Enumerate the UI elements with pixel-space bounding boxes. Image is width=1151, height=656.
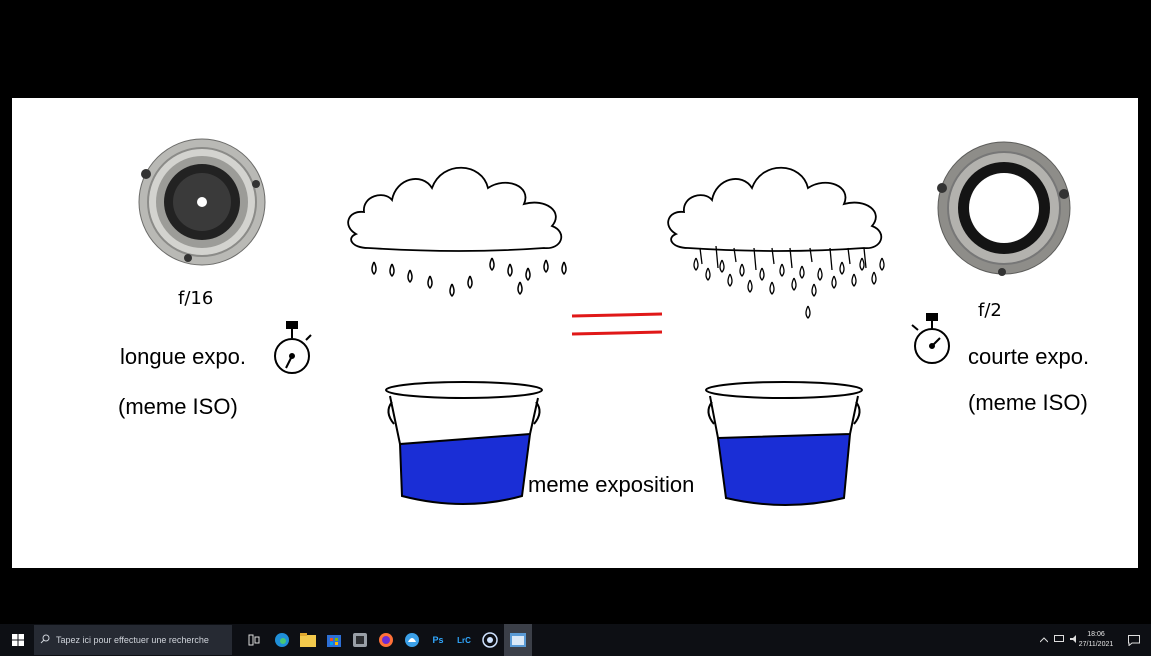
active-window-icon[interactable] <box>504 624 532 656</box>
system-tray[interactable] <box>1039 624 1080 656</box>
store-icon[interactable] <box>320 624 348 656</box>
lightroom-classic-icon[interactable]: LrC <box>450 624 478 656</box>
stopwatch-long-icon <box>274 321 312 374</box>
left-aperture-label: f/16 <box>178 288 214 309</box>
notification-icon[interactable] <box>1124 624 1144 656</box>
left-iso-label: (meme ISO) <box>118 394 238 419</box>
clock-time: 18:06 <box>1087 631 1105 638</box>
photoshop-icon[interactable]: Ps <box>424 624 452 656</box>
cloud-light-rain-icon <box>347 166 567 298</box>
stopwatch-short-icon <box>911 313 950 364</box>
edge-icon[interactable] <box>268 624 296 656</box>
taskbar-clock[interactable]: 18:06 27/11/2021 <box>1075 630 1117 650</box>
windows-logo-icon[interactable] <box>6 624 30 656</box>
bucket-right-icon <box>705 381 863 506</box>
equals-sign <box>571 312 663 336</box>
clock-date: 27/11/2021 <box>1078 641 1114 648</box>
file-explorer-icon[interactable] <box>294 624 322 656</box>
network-icon[interactable] <box>1054 635 1064 645</box>
lens-f16-icon <box>138 138 266 266</box>
search-icon <box>40 634 50 646</box>
task-view-icon[interactable] <box>240 624 268 656</box>
right-aperture-label: f/2 <box>978 300 1002 321</box>
center-caption: meme exposition <box>528 472 695 497</box>
right-iso-label: (meme ISO) <box>968 390 1088 415</box>
search-placeholder: Tapez ici pour effectuer une recherche <box>56 635 209 645</box>
left-exposure-label: longue expo. <box>120 344 246 369</box>
bucket-left-icon <box>385 381 543 505</box>
app2-icon[interactable] <box>398 624 426 656</box>
search-box[interactable]: Tapez ici pour effectuer une recherche <box>34 625 232 655</box>
right-exposure-label: courte expo. <box>968 344 1090 369</box>
cloud-heavy-rain-icon <box>667 166 885 319</box>
windows-taskbar: Tapez ici pour effectuer une recherche P… <box>0 624 1151 656</box>
app-icon[interactable] <box>346 624 374 656</box>
presentation-slide: f/16 longue expo. (meme ISO) f/2 courte … <box>12 98 1138 568</box>
firefox-icon[interactable] <box>372 624 400 656</box>
lens-f2-icon <box>937 141 1071 276</box>
chevron-up-icon[interactable] <box>1039 636 1049 645</box>
browser-icon[interactable] <box>476 624 504 656</box>
